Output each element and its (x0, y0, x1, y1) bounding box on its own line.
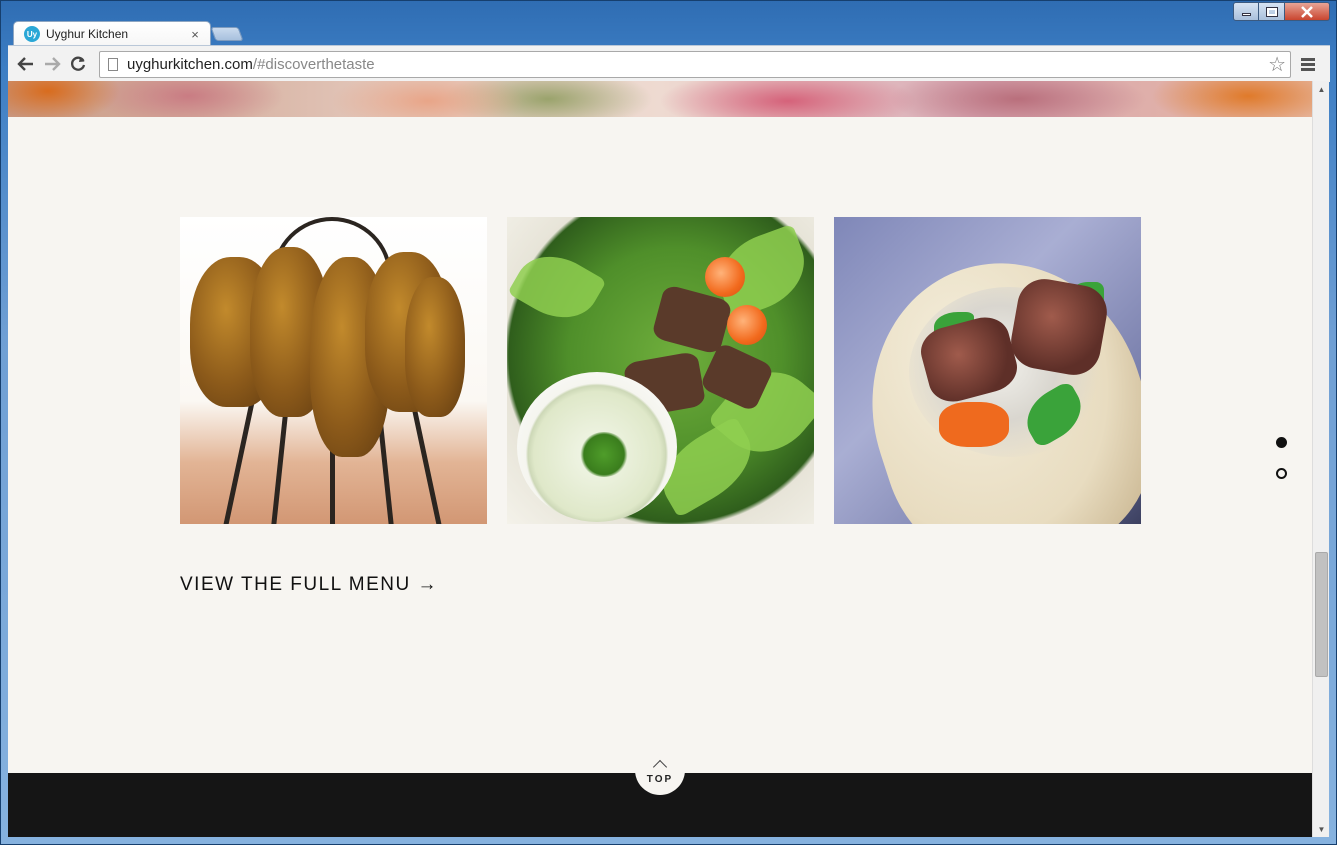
scroll-down-icon[interactable]: ▼ (1313, 821, 1330, 837)
kebab-photo[interactable] (180, 217, 487, 524)
salad-photo[interactable] (507, 217, 814, 524)
back-arrow-icon (17, 57, 33, 71)
page-viewport: VIEW THE FULL MENU → TOP (8, 81, 1312, 837)
close-icon (1301, 5, 1313, 18)
new-tab-button[interactable] (210, 27, 244, 41)
site-favicon-icon: Uy (24, 26, 40, 42)
back-button[interactable] (13, 51, 39, 77)
chevron-up-icon (652, 759, 668, 774)
scroll-up-icon[interactable]: ▲ (1313, 81, 1330, 97)
minimize-button[interactable] (1233, 2, 1259, 21)
minimize-icon (1241, 13, 1251, 16)
section-dot-active[interactable] (1276, 437, 1287, 448)
forward-button[interactable] (39, 51, 65, 77)
tab-title: Uyghur Kitchen (46, 27, 129, 41)
food-gallery (180, 217, 1141, 524)
view-full-menu-link[interactable]: VIEW THE FULL MENU → (180, 574, 438, 596)
browser-menu-icon[interactable] (1301, 57, 1315, 71)
address-bar[interactable]: uyghurkitchen.com /#discoverthetaste ☆ (99, 50, 1291, 78)
close-tab-icon[interactable]: × (188, 27, 202, 42)
scroll-thumb[interactable] (1315, 552, 1328, 677)
section-nav-dots (1276, 437, 1287, 479)
wrap-photo[interactable] (834, 217, 1141, 524)
maximize-icon (1265, 6, 1278, 17)
reload-button[interactable] (65, 51, 91, 77)
bookmark-star-icon[interactable]: ☆ (1268, 52, 1286, 77)
hero-image-strip (8, 81, 1312, 117)
close-window-button[interactable] (1285, 2, 1330, 21)
tab-strip: Uy Uyghur Kitchen × (1, 1, 1336, 46)
browser-toolbar: uyghurkitchen.com /#discoverthetaste ☆ (8, 45, 1330, 82)
window-controls (1233, 2, 1330, 21)
page-scrollbar[interactable]: ▲ ▼ (1312, 81, 1329, 837)
top-label: TOP (646, 773, 674, 785)
page-icon (108, 57, 118, 71)
reload-icon (71, 56, 86, 71)
url-path: /#discoverthetaste (252, 55, 375, 73)
forward-arrow-icon (45, 57, 61, 71)
back-to-top-button[interactable]: TOP (635, 745, 685, 795)
browser-tab[interactable]: Uy Uyghur Kitchen × (13, 21, 211, 46)
section-dot[interactable] (1276, 468, 1287, 479)
maximize-button[interactable] (1259, 2, 1285, 21)
url-host: uyghurkitchen.com (127, 55, 253, 73)
